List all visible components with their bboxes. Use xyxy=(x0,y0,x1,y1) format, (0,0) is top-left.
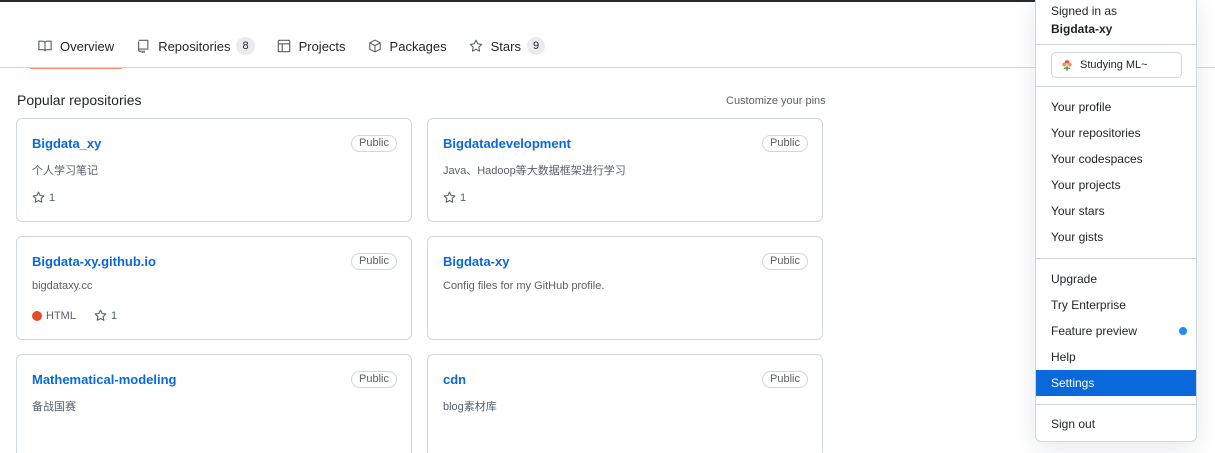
tab-label: Stars xyxy=(490,38,521,54)
set-status-button[interactable]: Studying ML~ xyxy=(1051,52,1182,78)
star-count: 1 xyxy=(110,309,118,322)
stars-count-badge: 9 xyxy=(526,37,546,55)
repo-description: 个人学习笔记 xyxy=(32,165,98,177)
header-bottom-border xyxy=(0,0,1040,2)
star-icon xyxy=(94,309,107,321)
package-icon xyxy=(368,39,381,53)
customize-pins-link[interactable]: Customize your pins xyxy=(726,95,826,107)
new-feature-indicator-dot xyxy=(1179,327,1187,335)
menu-item-help[interactable]: Help xyxy=(1036,344,1196,370)
signed-in-username: Bigdata-xy xyxy=(1051,22,1113,36)
star-icon xyxy=(443,191,456,203)
repo-card: Mathematical-modeling Public 备战国赛 xyxy=(16,354,412,453)
language-color-dot xyxy=(32,310,42,321)
table-icon xyxy=(277,39,290,53)
menu-item-your-repositories[interactable]: Your repositories xyxy=(1036,120,1196,146)
visibility-badge: Public xyxy=(351,135,397,152)
repo-description: blog素材库 xyxy=(443,401,497,413)
repo-meta: 1 xyxy=(32,191,55,204)
tab-overview[interactable]: Overview xyxy=(30,24,123,69)
repo-card: cdn Public blog素材库 xyxy=(427,354,823,453)
tab-packages[interactable]: Packages xyxy=(360,24,455,68)
menu-item-your-profile[interactable]: Your profile xyxy=(1036,94,1196,120)
star-icon xyxy=(32,191,45,203)
repo-description: 备战国赛 xyxy=(32,401,76,413)
repo-card: Bigdata-xy.github.io Public bigdataxy.cc… xyxy=(16,236,412,340)
repo-stars-link[interactable]: 1 xyxy=(443,191,466,204)
menu-divider xyxy=(1036,404,1196,405)
repo-stars-link[interactable]: 1 xyxy=(32,191,55,204)
repo-name-link[interactable]: Bigdatadevelopment xyxy=(443,136,571,151)
tab-label: Repositories xyxy=(158,38,231,54)
repo-count-badge: 8 xyxy=(236,37,255,55)
repo-meta: HTML 1 xyxy=(32,309,117,322)
visibility-badge: Public xyxy=(351,371,397,388)
menu-divider xyxy=(1036,44,1196,45)
repo-name-link[interactable]: Bigdata-xy.github.io xyxy=(32,254,156,269)
profile-tabs: Overview Repositories 8 Projects Package… xyxy=(30,24,559,69)
star-icon xyxy=(469,39,482,52)
menu-item-feature-preview[interactable]: Feature preview xyxy=(1036,318,1196,344)
menu-item-your-gists[interactable]: Your gists xyxy=(1036,224,1196,250)
repo-description: Java、Hadoop等大数据框架进行学习 xyxy=(443,165,626,177)
menu-item-sign-out[interactable]: Sign out xyxy=(1036,411,1196,437)
visibility-badge: Public xyxy=(351,253,397,270)
repo-card: Bigdata_xy Public 个人学习笔记 1 xyxy=(16,118,412,222)
menu-item-label: Feature preview xyxy=(1051,324,1138,338)
repo-description: Config files for my GitHub profile. xyxy=(443,280,605,292)
star-count: 1 xyxy=(460,191,467,204)
tab-label: Projects xyxy=(298,38,346,54)
menu-item-try-enterprise[interactable]: Try Enterprise xyxy=(1036,292,1196,318)
status-text: Studying ML~ xyxy=(1080,59,1148,71)
menu-divider xyxy=(1036,258,1196,259)
menu-divider xyxy=(1036,86,1196,87)
repo-card: Bigdata-xy Public Config files for my Gi… xyxy=(427,236,823,340)
signed-in-header: Signed in as Bigdata-xy xyxy=(1051,2,1117,38)
tabs-divider xyxy=(0,67,1215,68)
tab-stars[interactable]: Stars 9 xyxy=(461,24,553,68)
repo-name-link[interactable]: cdn xyxy=(443,372,466,387)
repo-name-link[interactable]: Mathematical-modeling xyxy=(32,372,176,387)
menu-item-your-codespaces[interactable]: Your codespaces xyxy=(1036,146,1196,172)
tab-label: Packages xyxy=(389,38,447,54)
visibility-badge: Public xyxy=(762,135,808,152)
menu-item-upgrade[interactable]: Upgrade xyxy=(1036,266,1196,292)
user-menu-dropdown: Signed in as Bigdata-xy Studying ML~ You… xyxy=(1035,0,1197,442)
language-name: HTML xyxy=(46,309,76,322)
menu-item-your-stars[interactable]: Your stars xyxy=(1036,198,1196,224)
signed-in-label: Signed in as xyxy=(1051,4,1118,18)
menu-item-your-projects[interactable]: Your projects xyxy=(1036,172,1196,198)
repo-name-link[interactable]: Bigdata-xy xyxy=(443,254,509,269)
visibility-badge: Public xyxy=(762,253,808,270)
popular-repos-title: Popular repositories xyxy=(17,92,142,108)
repo-meta: 1 xyxy=(443,191,466,204)
tab-projects[interactable]: Projects xyxy=(269,24,354,68)
status-emoji-icon xyxy=(1062,60,1072,71)
repo-description: bigdataxy.cc xyxy=(32,280,93,292)
tab-label: Overview xyxy=(60,38,115,54)
repo-language: HTML xyxy=(32,310,76,322)
menu-item-settings[interactable]: Settings xyxy=(1036,370,1196,396)
book-icon xyxy=(38,40,52,52)
star-count: 1 xyxy=(49,191,56,204)
repo-name-link[interactable]: Bigdata_xy xyxy=(32,136,101,151)
tab-repositories[interactable]: Repositories 8 xyxy=(128,24,262,68)
visibility-badge: Public xyxy=(762,371,808,388)
repo-card: Bigdatadevelopment Public Java、Hadoop等大数… xyxy=(427,118,823,222)
repo-icon xyxy=(138,39,149,53)
repo-stars-link[interactable]: 1 xyxy=(94,309,117,322)
